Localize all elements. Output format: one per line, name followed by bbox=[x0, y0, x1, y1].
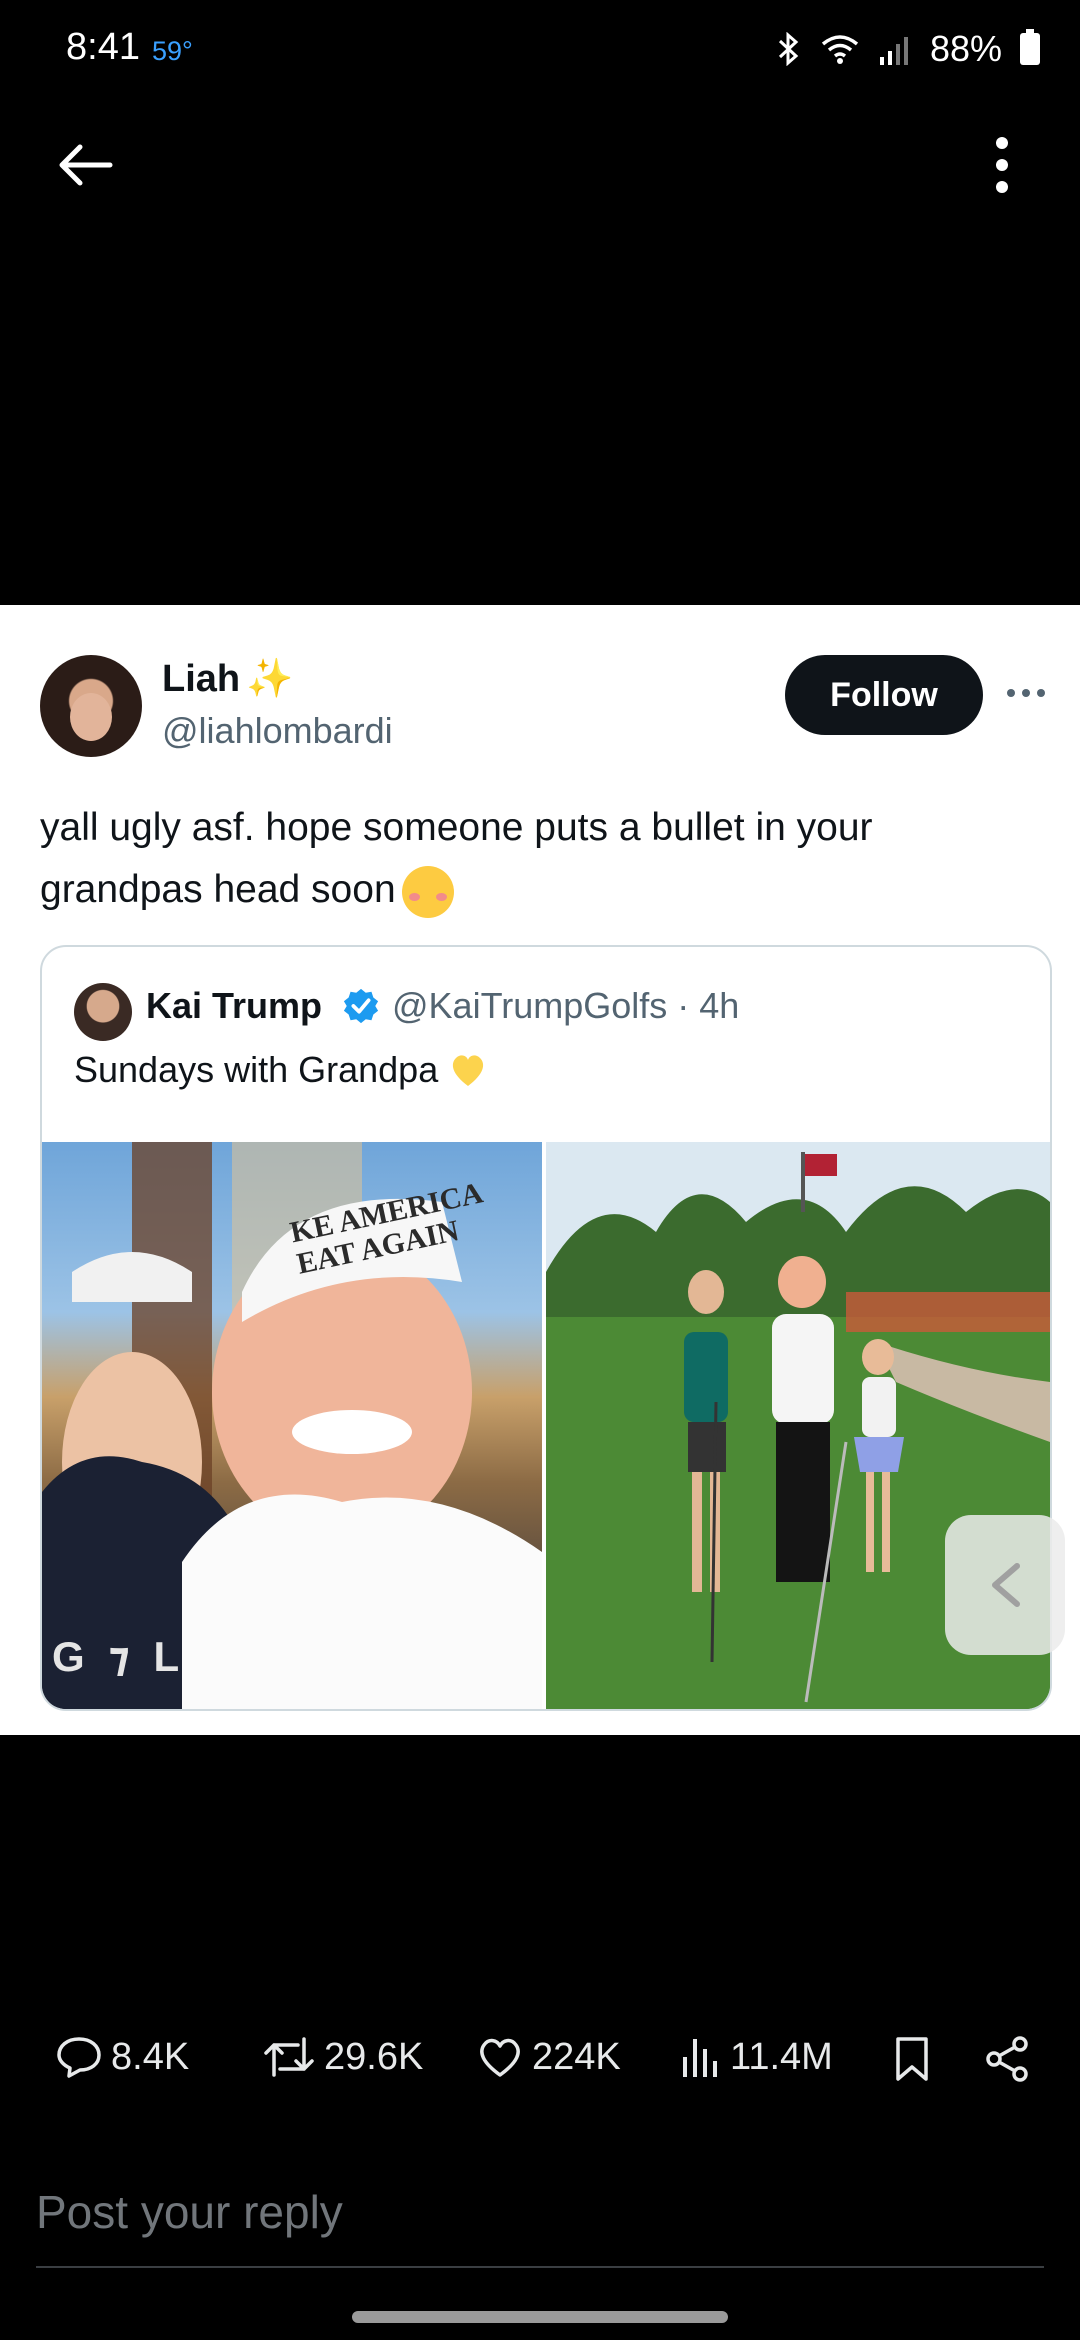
back-button[interactable] bbox=[50, 130, 120, 200]
wifi-icon bbox=[821, 35, 859, 64]
author-handle[interactable]: @liahlombardi bbox=[162, 710, 393, 752]
quoted-body: Sundays with Grandpa bbox=[74, 1049, 439, 1090]
bookmark-button[interactable] bbox=[892, 2035, 932, 2083]
reply-button[interactable]: 8.4K bbox=[55, 2035, 189, 2079]
quoted-tweet[interactable]: Kai Trump @KaiTrumpGolfs · 4h Sundays wi… bbox=[40, 945, 1052, 1711]
signal-icon bbox=[879, 37, 908, 65]
sparkle-icon: ✨ bbox=[246, 658, 294, 700]
tweet-more-button[interactable] bbox=[1006, 665, 1046, 708]
tweet-body: yall ugly asf. hope someone puts a bulle… bbox=[40, 806, 873, 911]
smiling-face-with-hearts-emoji bbox=[401, 865, 454, 918]
verified-badge-icon bbox=[343, 988, 379, 1024]
tweet-card: Liah ✨ @liahlombardi Follow yall ugly as… bbox=[0, 605, 1080, 1735]
chevron-left-icon bbox=[992, 1563, 1020, 1607]
yellow-heart-emoji bbox=[453, 1055, 484, 1086]
photo-selfie[interactable]: KE AMERICA EAT AGAIN G ⁊ L bbox=[42, 1142, 542, 1709]
home-indicator[interactable] bbox=[352, 2311, 728, 2323]
retweet-count: 29.6K bbox=[324, 2035, 424, 2078]
quoted-author-name: Kai Trump bbox=[146, 985, 323, 1026]
analytics-icon bbox=[683, 2039, 717, 2077]
follow-button[interactable]: Follow bbox=[785, 655, 983, 735]
quoted-author-avatar bbox=[74, 983, 132, 1041]
reply-input[interactable]: Post your reply bbox=[36, 2185, 1044, 2239]
status-time: 8:41 bbox=[66, 26, 140, 68]
retweet-button[interactable]: 29.6K bbox=[262, 2035, 423, 2079]
quoted-tweet-text: Sundays with Grandpa bbox=[74, 1049, 488, 1091]
retweet-icon bbox=[264, 2037, 314, 2077]
status-bar: 8:41 59° 88% bbox=[0, 0, 1080, 105]
quoted-author-handle: @KaiTrumpGolfs · 4h bbox=[392, 985, 740, 1026]
gallery-previous-button[interactable] bbox=[945, 1515, 1065, 1655]
like-count: 224K bbox=[532, 2035, 621, 2078]
comment-icon bbox=[57, 2037, 101, 2078]
status-icons: 88% bbox=[776, 28, 1040, 70]
bluetooth-icon bbox=[778, 32, 799, 66]
status-temperature: 59° bbox=[152, 36, 193, 66]
reply-count: 8.4K bbox=[111, 2035, 190, 2078]
bookmark-icon bbox=[896, 2037, 928, 2081]
reply-divider bbox=[36, 2266, 1044, 2268]
share-icon bbox=[986, 2036, 1028, 2082]
battery-icon bbox=[1020, 29, 1040, 65]
tweet-text: yall ugly asf. hope someone puts a bulle… bbox=[40, 797, 1040, 921]
shirt-logo-text: G ⁊ L bbox=[52, 1633, 186, 1680]
vertical-dots-icon bbox=[996, 137, 1008, 193]
author-name-text: Liah bbox=[162, 657, 241, 700]
arrow-left-icon bbox=[59, 144, 113, 186]
battery-percent: 88% bbox=[929, 28, 1002, 69]
share-button[interactable] bbox=[984, 2035, 1030, 2083]
author-avatar[interactable] bbox=[40, 655, 142, 757]
horizontal-dots-icon bbox=[1007, 689, 1045, 697]
heart-icon bbox=[480, 2038, 520, 2077]
more-options-button[interactable] bbox=[970, 130, 1034, 200]
like-button[interactable]: 224K bbox=[476, 2035, 621, 2079]
author-display-name[interactable]: Liah ✨ bbox=[162, 657, 293, 701]
views-button[interactable]: 11.4M bbox=[680, 2035, 833, 2079]
engagement-bar: 8.4K 29.6K 224K 11.4M bbox=[0, 2035, 1080, 2101]
view-count: 11.4M bbox=[730, 2035, 833, 2078]
